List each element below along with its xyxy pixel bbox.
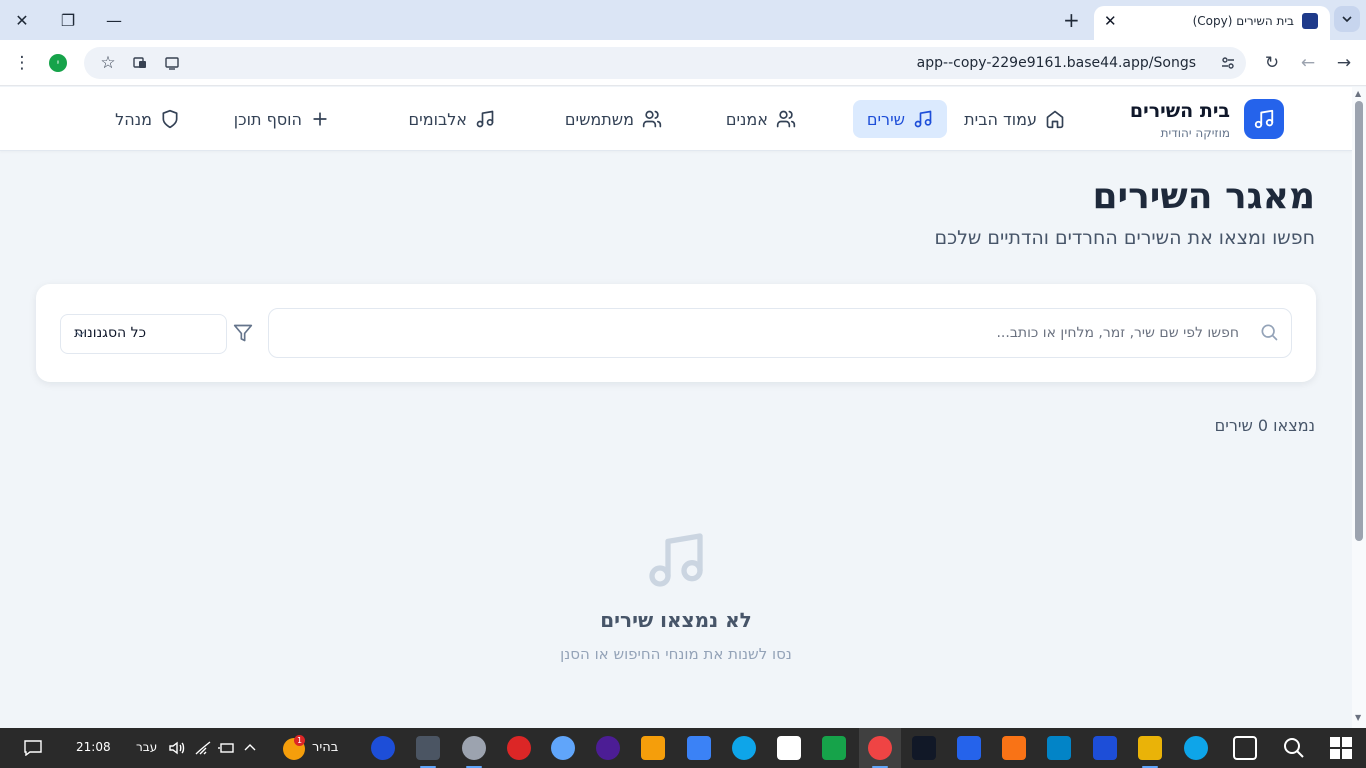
nav-songs[interactable]: שירים xyxy=(852,100,947,138)
tab-title: בית השירים (Copy) xyxy=(1192,14,1294,28)
nav-albums-label: אלבומים xyxy=(408,109,467,129)
browser-tabstrip: ✕ ❐ — + ✕ בית השירים (Copy) xyxy=(0,0,1366,40)
nav-add-content-label: הוסף תוכן xyxy=(233,109,302,129)
plus-icon xyxy=(313,112,327,126)
filter-icon xyxy=(233,324,253,342)
results-count: נמצאו 0 שירים xyxy=(1214,416,1315,435)
scroll-up-icon[interactable]: ▲ xyxy=(1355,89,1361,98)
chrome-icon[interactable] xyxy=(868,736,892,768)
store-icon[interactable] xyxy=(1002,736,1026,760)
forward-arrow-icon[interactable]: ← xyxy=(1296,51,1320,75)
dropbox-icon[interactable] xyxy=(957,736,981,760)
reload-icon[interactable]: ↻ xyxy=(1260,51,1284,75)
nav-artists-label: אמנים xyxy=(725,109,768,129)
nav-users[interactable]: משתמשים xyxy=(551,100,676,138)
address-bar[interactable]: ☆ app--copy-229e9161.base44.app/Songs xyxy=(84,47,1246,79)
chevron-down-icon xyxy=(75,331,85,337)
nav-albums[interactable]: אלבומים xyxy=(395,100,509,138)
google-drive-icon[interactable] xyxy=(822,736,846,760)
nav-admin-label: מנהל xyxy=(115,109,152,129)
nav-home[interactable]: עמוד הבית xyxy=(950,100,1079,138)
battery-icon[interactable] xyxy=(218,740,236,756)
amazon-icon[interactable] xyxy=(777,736,801,760)
nav-add-content[interactable]: הוסף תוכן xyxy=(220,100,344,138)
language-indicator[interactable]: עבר xyxy=(136,740,157,754)
site-settings-icon[interactable] xyxy=(1216,51,1240,75)
help-app-icon[interactable] xyxy=(371,736,395,760)
search-input[interactable] xyxy=(279,310,1239,356)
nav-home-label: עמוד הבית xyxy=(964,109,1037,129)
bookmark-star-icon[interactable]: ☆ xyxy=(96,51,120,75)
back-arrow-icon[interactable]: → xyxy=(1332,51,1356,75)
music-note-icon xyxy=(1254,109,1274,129)
tab-search-button[interactable] xyxy=(1334,6,1360,32)
page-subtitle: חפשו ומצאו את השירים החרדים והדתיים שלכם xyxy=(934,227,1315,249)
restore-window-button[interactable]: ❐ xyxy=(54,8,82,32)
nav-users-label: משתמשים xyxy=(564,109,634,129)
music-note-icon xyxy=(914,110,932,128)
browser-tab[interactable]: ✕ בית השירים (Copy) xyxy=(1094,6,1330,40)
empty-state-subtitle: נסו לשנות את מונחי החיפוש או הסנן xyxy=(560,645,792,663)
edge-icon[interactable] xyxy=(1184,736,1208,760)
file-explorer-icon[interactable] xyxy=(1138,736,1162,768)
search-icon xyxy=(1261,324,1278,341)
home-icon xyxy=(1046,110,1064,129)
users-icon xyxy=(776,110,796,128)
chevron-up-icon[interactable] xyxy=(243,740,257,756)
mail-icon[interactable] xyxy=(1047,736,1071,760)
outlook-icon[interactable] xyxy=(1093,736,1117,760)
wifi-icon[interactable] xyxy=(194,740,212,756)
music-note-icon xyxy=(649,533,703,587)
search-field[interactable] xyxy=(268,308,1292,358)
media-player-icon[interactable] xyxy=(596,736,620,760)
brand-title: בית השירים xyxy=(1129,100,1230,122)
nav-songs-label: שירים xyxy=(866,109,905,129)
paint-app-icon[interactable] xyxy=(551,736,575,760)
app-logo[interactable] xyxy=(1244,99,1284,139)
chevron-down-icon xyxy=(1342,16,1352,23)
music-note-icon xyxy=(476,110,494,128)
computer-app-icon[interactable] xyxy=(687,736,711,760)
page-scrollbar[interactable]: ▲ ▼ xyxy=(1352,87,1366,728)
video-app-icon[interactable] xyxy=(641,736,665,760)
nav-admin[interactable]: מנהל xyxy=(101,100,194,138)
browser-menu-icon[interactable]: ⋮ xyxy=(10,51,34,75)
scroll-down-icon[interactable]: ▼ xyxy=(1355,713,1361,722)
task-view-icon[interactable] xyxy=(1233,736,1257,760)
translate-icon[interactable] xyxy=(128,51,152,75)
install-app-icon[interactable] xyxy=(160,51,184,75)
clock[interactable]: 21:08 xyxy=(76,740,111,754)
scroll-thumb[interactable] xyxy=(1355,101,1363,541)
minimize-window-button[interactable]: — xyxy=(100,8,128,32)
tab-favicon-icon xyxy=(1302,13,1318,29)
weather-badge: 1 xyxy=(294,735,305,746)
app-launcher-icon[interactable] xyxy=(912,736,936,760)
volume-icon[interactable] xyxy=(168,740,186,756)
nav-artists[interactable]: אמנים xyxy=(712,100,810,138)
close-window-button[interactable]: ✕ xyxy=(8,8,36,32)
remote-app-icon[interactable] xyxy=(416,736,440,768)
notification-icon[interactable] xyxy=(24,740,42,756)
empty-state-title: לא נמצאו שירים xyxy=(600,608,752,632)
settings-gear-icon[interactable] xyxy=(462,736,486,768)
tab-close-icon[interactable]: ✕ xyxy=(1104,12,1117,30)
app-header: בית השירים מוזיקה יהודית עמוד הבית שירים… xyxy=(0,87,1352,151)
brand-subtitle: מוזיקה יהודית xyxy=(1160,126,1230,140)
new-tab-button[interactable]: + xyxy=(1063,8,1080,32)
search-card: כל הסגנונות xyxy=(36,284,1316,382)
search-icon[interactable] xyxy=(1282,736,1306,760)
browser-toolbar: ⋮ י ☆ app--copy-229e9161.base44.app/Song… xyxy=(0,40,1366,86)
users-icon xyxy=(642,110,662,128)
windows-taskbar: 21:08 עבר בהיר 1 xyxy=(0,728,1366,768)
shield-icon xyxy=(162,109,178,129)
genre-select[interactable]: כל הסגנונות xyxy=(60,314,227,354)
page-title: מאגר השירים xyxy=(1092,176,1315,217)
windows-start-icon[interactable] xyxy=(1330,737,1352,759)
telegram-icon[interactable] xyxy=(732,736,756,760)
profile-avatar[interactable]: י xyxy=(49,54,67,72)
weather-label[interactable]: בהיר xyxy=(312,740,338,755)
url-text: app--copy-229e9161.base44.app/Songs xyxy=(916,55,1196,71)
audio-app-icon[interactable] xyxy=(507,736,531,760)
